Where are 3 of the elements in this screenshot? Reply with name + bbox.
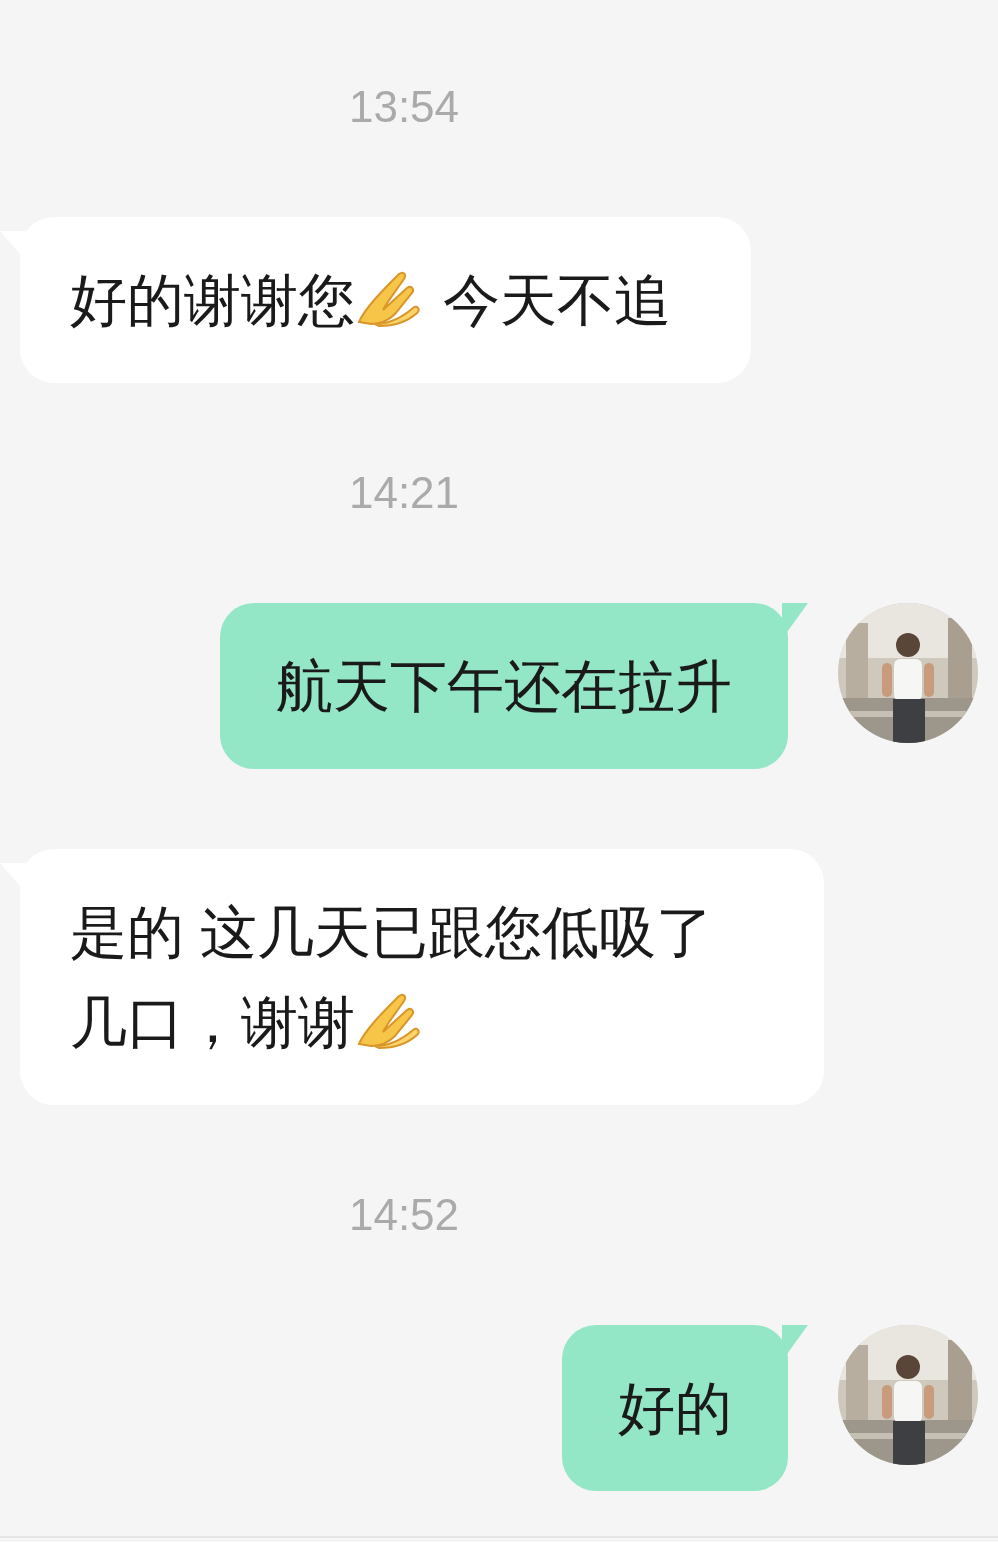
timestamp: 13:54 — [348, 81, 460, 133]
timestamp: 14:52 — [348, 1189, 460, 1241]
timestamp: 14:21 — [348, 467, 460, 519]
